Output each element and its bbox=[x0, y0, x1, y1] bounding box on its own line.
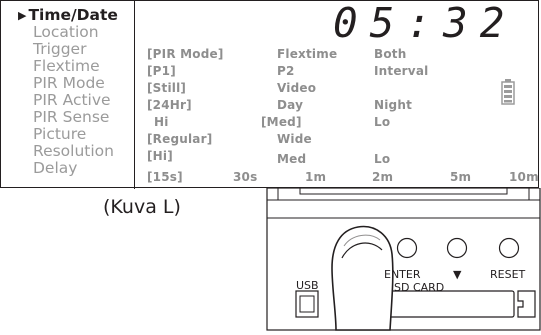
pir-sense-option-hi[interactable]: Hi bbox=[154, 116, 169, 129]
picture-option-wide[interactable]: Wide bbox=[277, 133, 312, 146]
camera-panel-drawing bbox=[266, 187, 541, 331]
down-button bbox=[446, 237, 468, 259]
trigger-option-flextime[interactable]: Flextime bbox=[277, 48, 337, 61]
usb-label: USB bbox=[296, 279, 319, 292]
delay-option-2m[interactable]: 2m bbox=[372, 171, 393, 184]
delay-option-15s[interactable]: [15s] bbox=[147, 171, 183, 184]
delay-option-10m[interactable]: 10m bbox=[509, 171, 539, 184]
menu-item-pir-active[interactable]: PIR Active bbox=[33, 92, 111, 108]
clock-time: 05:32 bbox=[333, 3, 516, 43]
menu-item-label: Time/Date bbox=[28, 6, 118, 24]
enter-button bbox=[396, 237, 418, 259]
flextime-option-p2[interactable]: P2 bbox=[277, 65, 295, 78]
flextime-option-p1[interactable]: [P1] bbox=[147, 65, 176, 78]
delay-option-30s[interactable]: 30s bbox=[233, 171, 257, 184]
pir-sense-option-med[interactable]: [Med] bbox=[261, 116, 302, 129]
camera-control-panel: ENTER ▼ RESET USB SD CARD bbox=[266, 187, 541, 331]
lcd-screen: ▶ Time/Date Location Trigger Flextime PIR… bbox=[0, 0, 539, 189]
reset-button bbox=[498, 237, 520, 259]
settings-menu: ▶ Time/Date Location Trigger Flextime PIR… bbox=[1, 1, 135, 189]
pir-active-option-day[interactable]: Day bbox=[277, 99, 303, 112]
menu-item-flextime[interactable]: Flextime bbox=[33, 58, 100, 74]
battery-icon bbox=[501, 79, 515, 105]
clock-display: 05:32 bbox=[333, 3, 516, 43]
flextime-option-interval[interactable]: Interval bbox=[374, 65, 428, 78]
menu-item-resolution[interactable]: Resolution bbox=[33, 143, 114, 159]
usb-port bbox=[295, 290, 319, 318]
menu-item-time-date[interactable]: ▶ Time/Date bbox=[18, 7, 118, 24]
trigger-option-pir-mode[interactable]: [PIR Mode] bbox=[147, 48, 224, 61]
figure-caption: (Kuva L) bbox=[103, 196, 181, 218]
resolution-option-med[interactable]: Med bbox=[277, 153, 306, 166]
resolution-option-hi[interactable]: [Hi] bbox=[147, 150, 173, 163]
menu-item-location[interactable]: Location bbox=[33, 24, 99, 40]
menu-item-trigger[interactable]: Trigger bbox=[33, 41, 86, 57]
panel-housing bbox=[266, 187, 541, 331]
reset-label: RESET bbox=[490, 268, 526, 281]
menu-item-pir-mode[interactable]: PIR Mode bbox=[33, 75, 105, 91]
selection-arrow-icon: ▶ bbox=[18, 9, 27, 22]
sd-card-label: SD CARD bbox=[394, 281, 445, 294]
enter-label: ENTER bbox=[384, 268, 421, 281]
picture-option-regular[interactable]: [Regular] bbox=[147, 133, 212, 146]
top-slot bbox=[299, 187, 508, 195]
pir-mode-option-video[interactable]: Video bbox=[277, 82, 316, 95]
delay-option-5m[interactable]: 5m bbox=[450, 171, 471, 184]
delay-option-1m[interactable]: 1m bbox=[305, 171, 326, 184]
pir-mode-option-still[interactable]: [Still] bbox=[147, 82, 186, 95]
sd-card-slot bbox=[383, 290, 515, 318]
pir-sense-option-lo[interactable]: Lo bbox=[374, 116, 390, 129]
menu-item-delay[interactable]: Delay bbox=[33, 160, 77, 176]
pir-active-option-24hr[interactable]: [24Hr] bbox=[147, 99, 192, 112]
resolution-option-lo[interactable]: Lo bbox=[374, 153, 390, 166]
pir-active-option-night[interactable]: Night bbox=[374, 99, 412, 112]
menu-item-picture[interactable]: Picture bbox=[33, 126, 86, 142]
down-arrow-label: ▼ bbox=[453, 268, 462, 281]
trigger-option-both[interactable]: Both bbox=[374, 48, 406, 61]
menu-item-pir-sense[interactable]: PIR Sense bbox=[33, 109, 109, 125]
